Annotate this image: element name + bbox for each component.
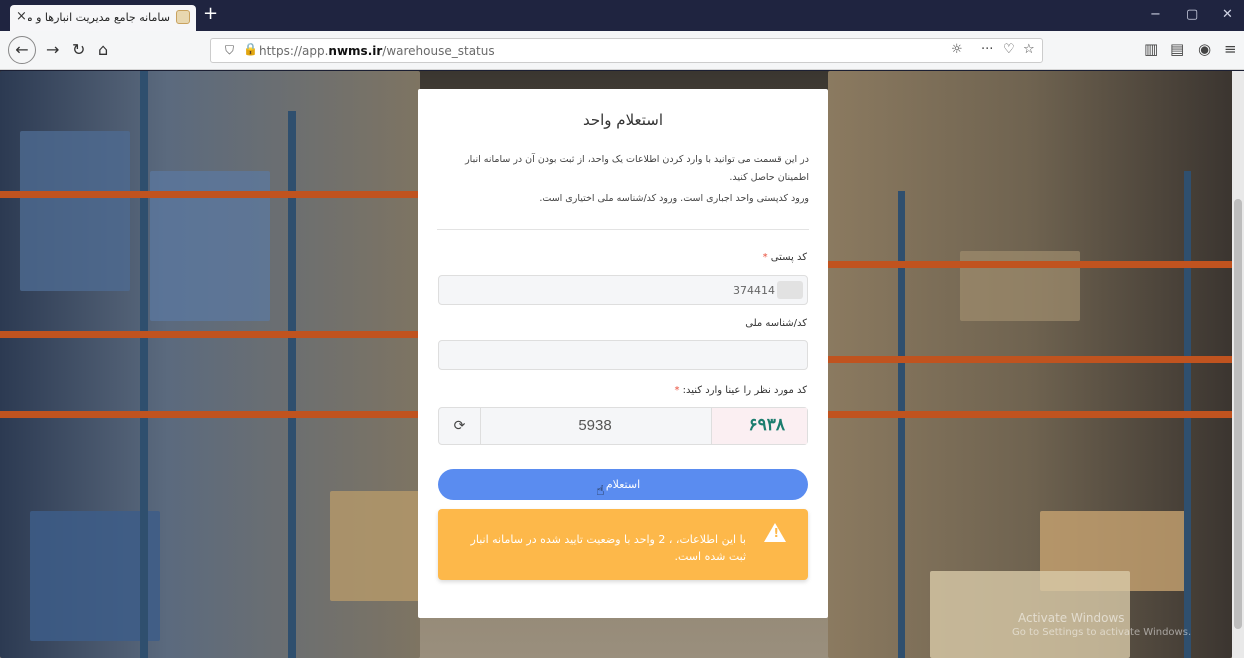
browser-tab-bar: × سامانه جامع مدیریت انبارها و مرا + − ▢…	[0, 0, 1244, 31]
scrollbar-thumb[interactable]	[1234, 199, 1242, 629]
form-note: ورود کدپستی واحد اجباری است. ورود کد/شنا…	[539, 193, 809, 204]
lock-icon[interactable]: 🔒	[243, 42, 258, 56]
captcha-image-text: ۶۹۳۸	[748, 415, 785, 435]
inquiry-form-panel: استعلام واحد در این قسمت می توانید با وا…	[418, 89, 828, 618]
form-description: در این قسمت می توانید با وارد کردن اطلاع…	[465, 154, 809, 183]
close-window-button[interactable]: ✕	[1222, 7, 1233, 22]
activate-windows-hint: Go to Settings to activate Windows.	[1012, 627, 1192, 638]
result-alert: ! با این اطلاعات، ، 2 واحد با وضعیت تایی…	[438, 509, 808, 580]
site-favicon-icon	[176, 10, 190, 24]
menu-icon[interactable]: ≡	[1224, 40, 1237, 58]
alert-message: با این اطلاعات، ، 2 واحد با وضعیت تایید …	[470, 533, 746, 563]
back-arrow-icon[interactable]: ←	[8, 36, 36, 64]
library-icon[interactable]: ▥	[1144, 40, 1158, 58]
tab-title: سامانه جامع مدیریت انبارها و مرا	[28, 11, 170, 24]
bookmark-star-icon[interactable]: ☆	[1023, 42, 1035, 57]
captcha-label: کد مورد نظر را عینا وارد کنید: *	[674, 385, 807, 396]
browser-tab[interactable]: × سامانه جامع مدیریت انبارها و مرا	[10, 5, 196, 31]
divider	[437, 229, 809, 230]
activate-windows-watermark: Activate Windows	[1018, 611, 1125, 625]
page-scrollbar[interactable]	[1232, 71, 1244, 658]
page-content: استعلام واحد در این قسمت می توانید با وا…	[0, 71, 1244, 658]
postal-code-value: 374414	[733, 284, 775, 297]
captcha-group: ۶۹۳۸ 5938 ⟳	[438, 407, 808, 445]
account-icon[interactable]: ◉	[1198, 40, 1211, 58]
shield-icon[interactable]: ⛉	[225, 43, 234, 58]
warning-mark: !	[773, 526, 779, 540]
postal-code-label: کد پستی *	[762, 252, 807, 263]
address-bar[interactable]: ⛉ 🔒 https://app.nwms.ir/warehouse_status…	[210, 38, 1043, 63]
inquiry-submit-button[interactable]: استعلام	[438, 469, 808, 500]
captcha-input[interactable]: 5938	[479, 408, 711, 444]
home-icon[interactable]: ⌂	[98, 39, 108, 61]
url-text[interactable]: https://app.nwms.ir/warehouse_status	[259, 44, 495, 58]
sidebar-icon[interactable]: ▤	[1170, 40, 1184, 58]
page-actions-icon[interactable]: ···	[981, 42, 993, 57]
tab-close-icon[interactable]: ×	[16, 9, 27, 24]
lightbulb-icon[interactable]: ☼	[951, 42, 963, 57]
national-id-input[interactable]	[438, 340, 808, 370]
form-title: استعلام واحد	[582, 111, 664, 129]
refresh-captcha-icon[interactable]: ⟳	[439, 408, 481, 444]
maximize-button[interactable]: ▢	[1186, 7, 1198, 22]
reload-icon[interactable]: ↻	[72, 39, 85, 61]
postal-code-input[interactable]: 374414	[438, 275, 808, 305]
pocket-icon[interactable]: ♡	[1003, 42, 1015, 57]
captcha-image: ۶۹۳۸	[711, 408, 807, 444]
minimize-button[interactable]: −	[1150, 7, 1161, 22]
forward-arrow-icon[interactable]: →	[46, 39, 59, 61]
new-tab-button[interactable]: +	[203, 5, 218, 23]
national-id-label: کد/شناسه ملی	[745, 318, 807, 329]
redacted-mask	[777, 281, 803, 299]
hand-cursor-icon: ☝	[596, 483, 605, 499]
browser-nav-bar: ← → ↻ ⌂ ⛉ 🔒 https://app.nwms.ir/warehous…	[0, 31, 1244, 70]
